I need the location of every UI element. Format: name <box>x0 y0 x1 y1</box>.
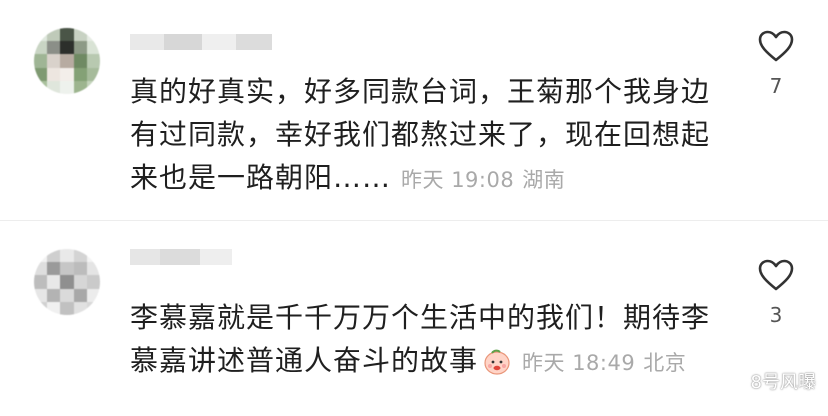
heart-icon[interactable] <box>758 30 794 62</box>
comment-time: 昨天 18:49 <box>522 351 636 375</box>
comment-text: 李慕嘉就是千千万万个生活中的我们！期待李慕嘉讲述普通人奋斗的故事 昨天 18:4… <box>130 296 720 385</box>
like-count: 7 <box>769 74 783 98</box>
comment-time: 昨天 19:08 <box>401 168 515 192</box>
user-avatar[interactable] <box>34 249 100 315</box>
like-button[interactable]: 3 <box>754 259 798 327</box>
wechat-icon <box>718 370 744 390</box>
comment-meta: 昨天 18:49 北京 <box>522 351 686 375</box>
comment-item: 真的好真实，好多同款台词，王菊那个我身边有过同款，幸好我们都熬过来了，现在回想起… <box>0 0 828 220</box>
comment-item: 李慕嘉就是千千万万个生活中的我们！期待李慕嘉讲述普通人奋斗的故事 昨天 18:4… <box>0 221 828 416</box>
username-blurred[interactable] <box>130 34 272 50</box>
comment-location: 北京 <box>643 351 687 375</box>
heart-icon[interactable] <box>758 259 794 291</box>
comment-location: 湖南 <box>522 168 566 192</box>
watermark: 8号风曝 <box>718 368 816 394</box>
comment-meta: 昨天 19:08 湖南 <box>401 168 565 192</box>
like-button[interactable]: 7 <box>754 30 798 98</box>
user-avatar[interactable] <box>34 28 100 94</box>
peach-emoji-icon <box>484 349 510 375</box>
comment-text: 真的好真实，好多同款台词，王菊那个我身边有过同款，幸好我们都熬过来了，现在回想起… <box>130 70 720 202</box>
username-blurred[interactable] <box>130 249 232 265</box>
like-count: 3 <box>769 303 783 327</box>
watermark-text: 8号风曝 <box>750 372 816 393</box>
